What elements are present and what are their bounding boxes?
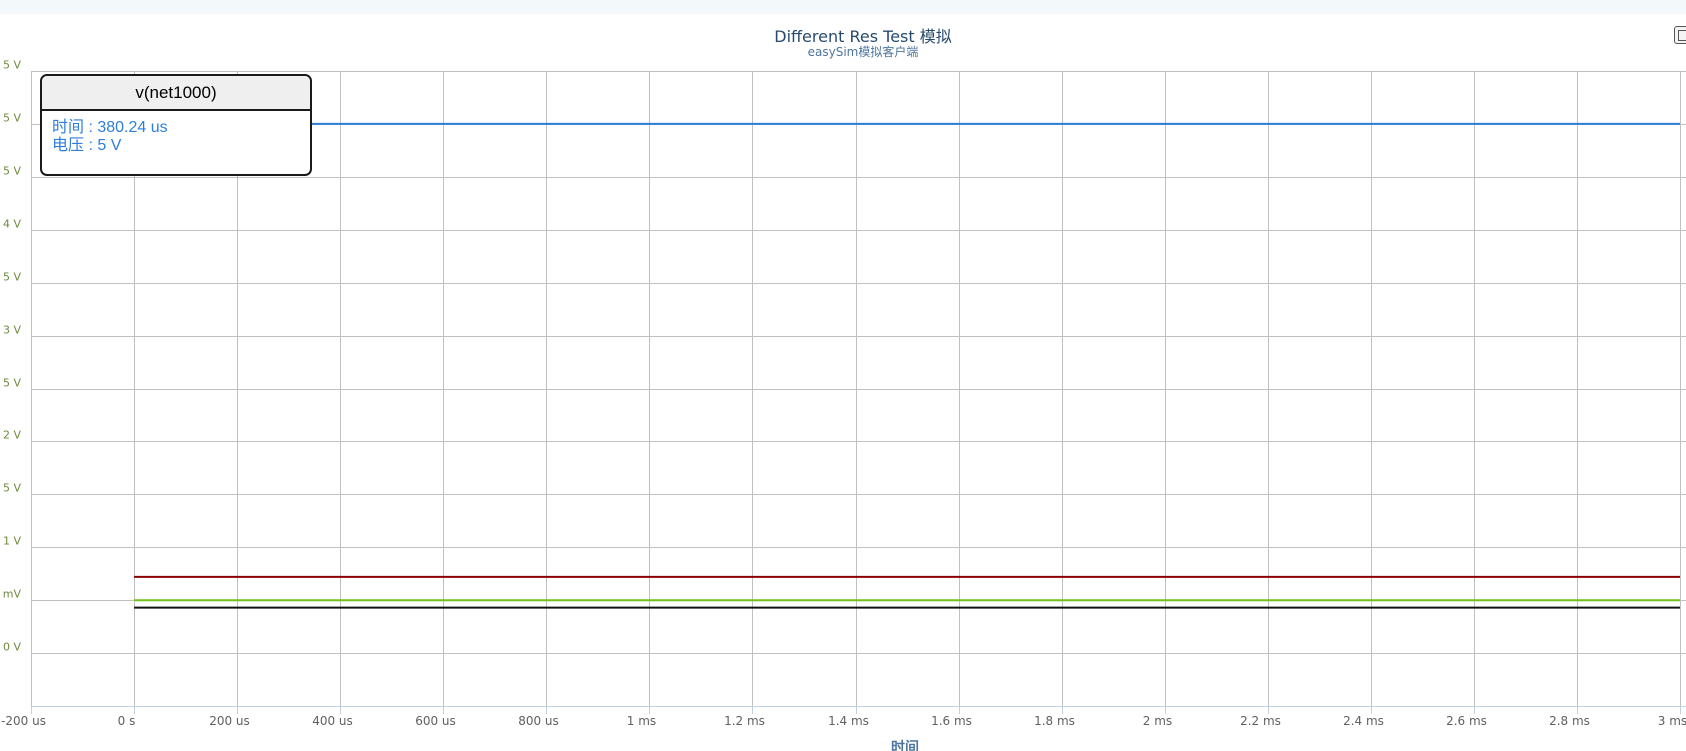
tooltip-series-name: v(net1000): [42, 76, 310, 111]
axis-layer: [31, 706, 1686, 714]
y-tick-label: 5 V: [3, 377, 21, 390]
x-tick-label: 0 s: [118, 714, 136, 728]
series-tooltip: v(net1000) 时间 : 380.24 us 电压 : 5 V: [40, 74, 312, 176]
tooltip-voltage-row: 电压 : 5 V: [52, 137, 122, 154]
x-tick-label: 2.4 ms: [1343, 714, 1384, 728]
y-tick-label: 4 V: [3, 218, 21, 231]
y-tick-label: 0 V: [3, 641, 21, 654]
tooltip-time-label: 时间: [52, 119, 85, 136]
y-tick-label: 1 V: [3, 535, 21, 548]
x-tick-label: 400 us: [312, 714, 353, 728]
y-tick-label: 5 V: [3, 271, 21, 284]
chart-subtitle: easySim模拟客户端: [807, 45, 919, 59]
y-tick-label: mV: [3, 588, 22, 601]
x-tick-label: 800 us: [518, 714, 559, 728]
y-tick-label: 2 V: [3, 429, 21, 442]
y-tick-label: 5 V: [3, 59, 21, 72]
y-tick-label: 5 V: [3, 482, 21, 495]
x-tick-label: 1.8 ms: [1034, 714, 1075, 728]
x-tick-label: 2 ms: [1143, 714, 1172, 728]
tooltip-body: 时间 : 380.24 us 电压 : 5 V: [42, 111, 310, 163]
context-menu-icon[interactable]: [1674, 26, 1686, 44]
y-tick-label: 5 V: [3, 112, 21, 125]
tooltip-voltage-label: 电压: [52, 137, 85, 154]
x-tick-label: 1 ms: [627, 714, 656, 728]
x-tick-label: -200 us: [1, 714, 46, 728]
x-tick-label: 2.8 ms: [1549, 714, 1590, 728]
tooltip-voltage-value: 5 V: [97, 137, 122, 154]
x-tick-label: 600 us: [415, 714, 456, 728]
series-layer: [134, 122, 1680, 609]
x-tick-label: 1.6 ms: [931, 714, 972, 728]
tooltip-time-value: 380.24 us: [97, 119, 168, 136]
x-tick-label: 2.2 ms: [1240, 714, 1281, 728]
tooltip-time-row: 时间 : 380.24 us: [52, 119, 168, 136]
x-tick-label: 200 us: [209, 714, 250, 728]
y-tick-label: 5 V: [3, 165, 21, 178]
x-axis-title: 时间: [891, 739, 919, 751]
x-tick-label: 1.2 ms: [724, 714, 765, 728]
x-tick-label: 3 ms: [1658, 714, 1686, 728]
x-tick-label: 2.6 ms: [1446, 714, 1487, 728]
y-tick-label: 3 V: [3, 324, 21, 337]
x-tick-label: 1.4 ms: [828, 714, 869, 728]
